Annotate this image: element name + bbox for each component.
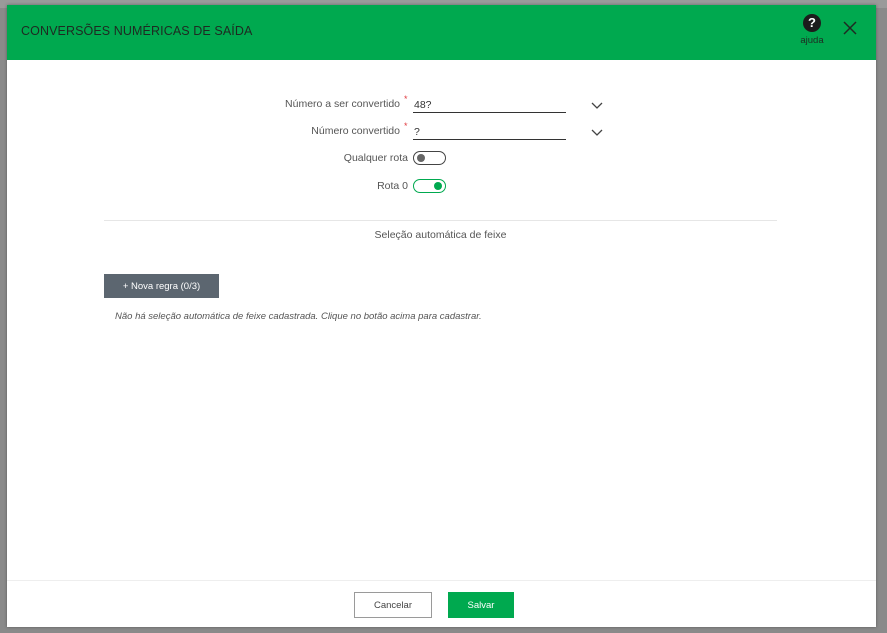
route-0-row: Rota 0 <box>7 176 876 198</box>
section-title: Seleção automática de feixe <box>374 229 507 241</box>
toggle-knob <box>417 153 425 162</box>
cancel-button[interactable]: Cancelar <box>354 592 432 618</box>
chevron-down-icon[interactable] <box>591 129 603 137</box>
converted-number-label: Número convertido <box>311 125 400 137</box>
any-route-label: Qualquer rota <box>343 152 408 164</box>
close-button[interactable] <box>839 17 861 39</box>
conversion-dialog: CONVERSÕES NUMÉRICAS DE SAÍDA ? ajuda Nú… <box>7 5 876 627</box>
converted-number-row: Número convertido * <box>7 120 876 142</box>
route-0-label: Rota 0 <box>377 180 408 192</box>
dialog-header: CONVERSÕES NUMÉRICAS DE SAÍDA ? ajuda <box>7 5 876 60</box>
number-to-convert-row: Número a ser convertido * <box>7 93 876 115</box>
help-button[interactable]: ? ajuda <box>793 14 831 54</box>
toggle-knob <box>434 181 442 190</box>
new-rule-button[interactable]: + Nova regra (0/3) <box>104 274 219 298</box>
question-circle-icon: ? <box>803 14 821 32</box>
empty-state-message: Não há seleção automática de feixe cadas… <box>115 311 482 322</box>
save-button[interactable]: Salvar <box>448 592 514 618</box>
number-to-convert-label: Número a ser convertido <box>285 98 400 110</box>
close-icon <box>843 21 857 35</box>
required-mark: * <box>404 94 408 104</box>
footer-divider <box>7 580 876 581</box>
chevron-down-icon[interactable] <box>591 102 603 110</box>
number-to-convert-input[interactable] <box>413 97 566 113</box>
route-0-toggle[interactable] <box>413 179 446 193</box>
any-route-toggle[interactable] <box>413 151 446 165</box>
section-divider <box>104 220 777 221</box>
required-mark: * <box>404 121 408 131</box>
any-route-row: Qualquer rota <box>7 148 876 170</box>
converted-number-input[interactable] <box>413 124 566 140</box>
help-label: ajuda <box>800 35 824 46</box>
dialog-title: CONVERSÕES NUMÉRICAS DE SAÍDA <box>21 24 253 38</box>
